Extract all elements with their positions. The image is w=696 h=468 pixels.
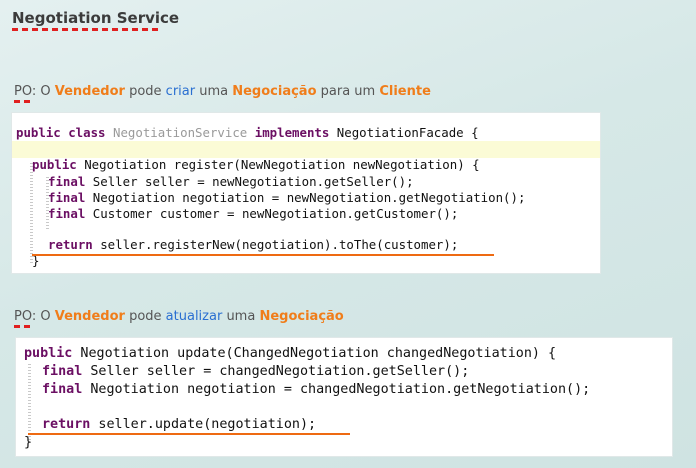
actor-vendedor: Vendedor — [54, 84, 125, 99]
page-title: Negotiation Service — [12, 9, 180, 27]
code-text: public Negotiation update(ChangedNegotia… — [16, 338, 590, 450]
spellcheck-underline — [14, 100, 32, 103]
po-statement-update: PO: O Vendedor pode atualizar uma Negoci… — [14, 309, 344, 324]
code-text: public class NegotiationService implemen… — [12, 113, 525, 268]
code-line: return seller.registerNew(negotiation).t… — [48, 237, 459, 252]
code-line: return seller.update(negotiation); — [42, 417, 317, 432]
code-line: public Negotiation register(NewNegotiati… — [32, 157, 480, 172]
po-label: PO — [14, 84, 32, 99]
object-negociacao: Negociação — [259, 309, 344, 324]
verb-atualizar: atualizar — [165, 309, 223, 324]
code-line: final Negotiation negotiation = changedN… — [42, 382, 591, 397]
po-statement-create: PO: O Vendedor pode criar uma Negociação… — [14, 84, 431, 99]
po-text: uma — [222, 309, 260, 324]
po-text: uma — [195, 84, 233, 99]
po-text: : O — [31, 309, 55, 324]
verb-criar: criar — [165, 84, 196, 99]
po-text: para um — [316, 84, 380, 99]
current-line-highlight — [12, 141, 600, 158]
code-block-register: public class NegotiationService implemen… — [12, 113, 600, 273]
code-line: public Negotiation update(ChangedNegotia… — [24, 346, 557, 361]
code-line: final Negotiation negotiation = newNegot… — [48, 190, 526, 205]
code-line: final Customer customer = newNegotiation… — [48, 206, 459, 221]
object-negociacao: Negociação — [232, 84, 317, 99]
po-text: : O — [31, 84, 55, 99]
target-cliente: Cliente — [379, 84, 431, 99]
highlight-underline — [28, 433, 350, 435]
code-line: final Seller seller = changedNegotiation… — [42, 364, 470, 379]
po-text: pode — [124, 84, 166, 99]
actor-vendedor: Vendedor — [54, 309, 125, 324]
code-line: } — [24, 435, 33, 450]
spellcheck-underline — [14, 325, 32, 328]
po-label: PO — [14, 309, 32, 324]
code-line: public class NegotiationService implemen… — [16, 125, 479, 140]
code-block-update: public Negotiation update(ChangedNegotia… — [16, 338, 672, 456]
spellcheck-underline — [12, 28, 160, 31]
highlight-underline — [32, 254, 494, 256]
code-line: final Seller seller = newNegotiation.get… — [48, 174, 414, 189]
po-text: pode — [124, 309, 166, 324]
